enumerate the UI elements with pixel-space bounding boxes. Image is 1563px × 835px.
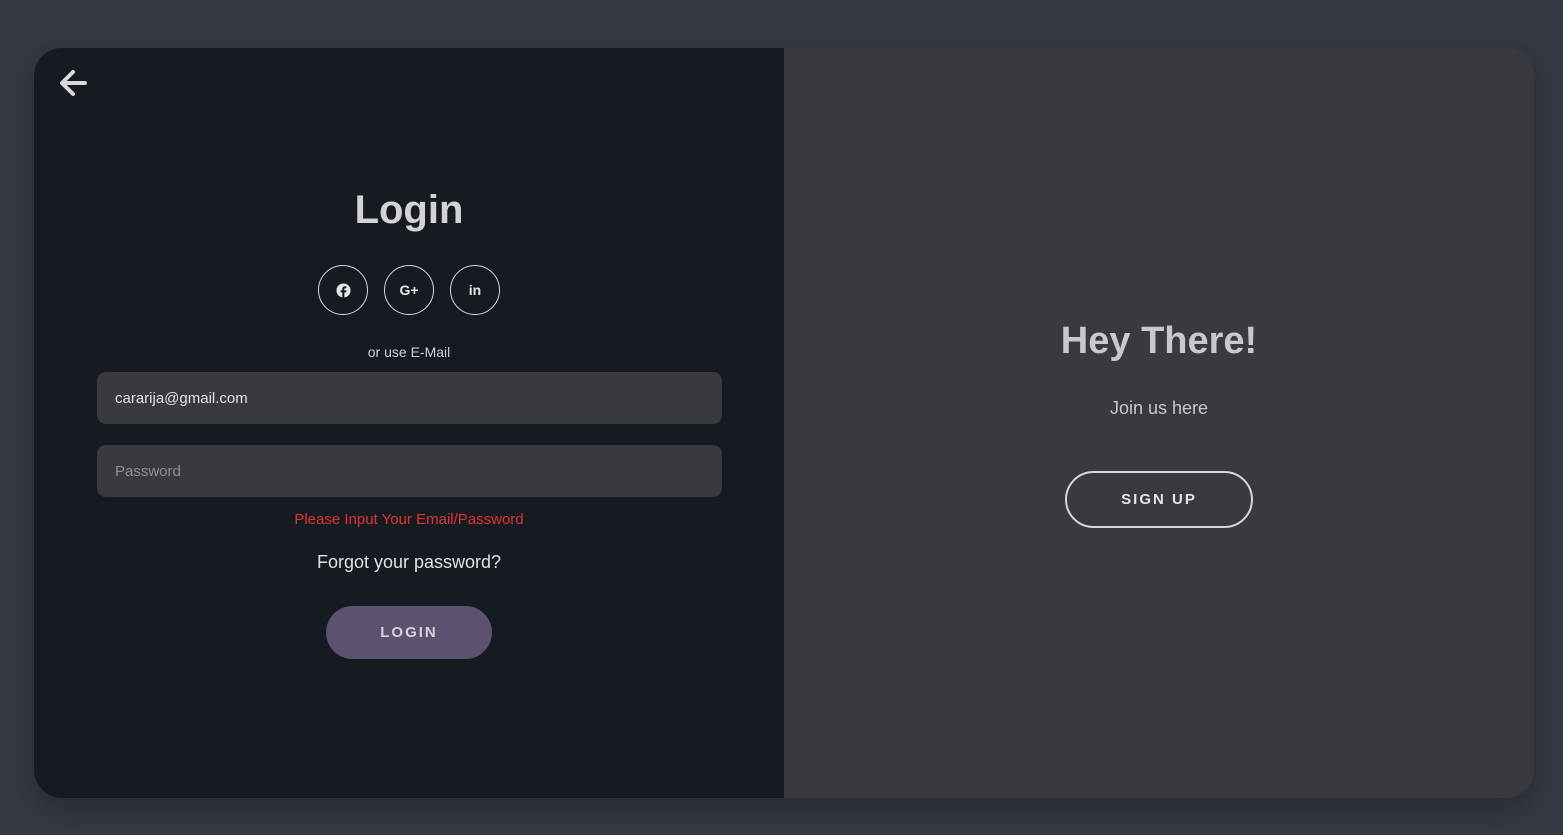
google-plus-icon: G+ (399, 282, 419, 298)
linkedin-button[interactable]: in (450, 265, 500, 315)
or-use-email-text: or use E-Mail (367, 344, 451, 360)
login-panel: Login G+ in or use E-Mail Please Input Y… (34, 48, 784, 798)
error-message: Please Input Your Email/Password (294, 511, 524, 528)
signup-subtitle: Join us here (1109, 398, 1209, 418)
login-title: Login (354, 188, 464, 232)
auth-card: Login G+ in or use E-Mail Please Input Y… (34, 48, 1534, 798)
email-field[interactable] (97, 372, 722, 424)
social-login-row: G+ in (318, 265, 500, 315)
back-button[interactable] (56, 66, 90, 100)
facebook-button[interactable] (318, 265, 368, 315)
forgot-password-link[interactable]: Forgot your password? (34, 552, 784, 573)
google-plus-button[interactable]: G+ (384, 265, 434, 315)
facebook-icon (335, 282, 351, 298)
login-button[interactable]: LOGIN (326, 606, 492, 659)
password-field[interactable] (97, 445, 722, 497)
linkedin-icon: in (468, 282, 482, 298)
signup-button[interactable]: SIGN UP (1065, 471, 1253, 528)
signup-panel: Hey There! Join us here SIGN UP (784, 48, 1534, 798)
arrow-left-icon (60, 70, 87, 96)
signup-title: Hey There! (1060, 320, 1258, 362)
